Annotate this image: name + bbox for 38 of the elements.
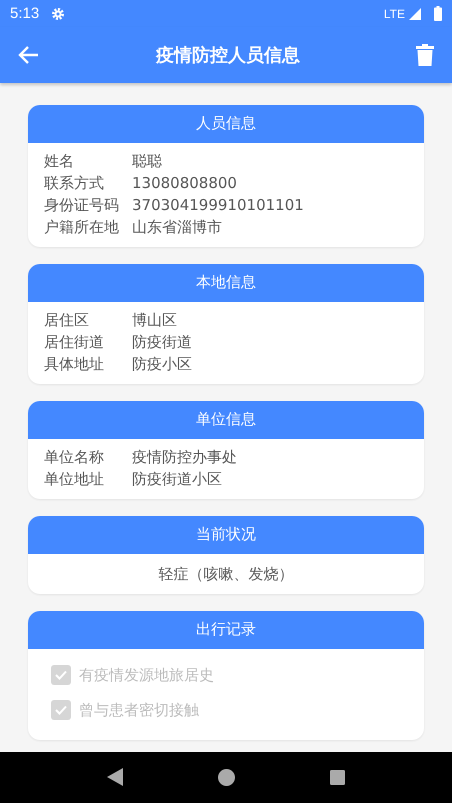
card-header: 本地信息 — [28, 264, 424, 302]
checkbox-label: 曾与患者密切接触 — [79, 700, 199, 720]
field-label: 联系方式 — [44, 172, 105, 194]
back-icon[interactable] — [107, 768, 124, 786]
field-label: 身份证号码 — [44, 194, 120, 216]
field-label: 单位名称 — [44, 446, 105, 468]
network-type: LTE — [384, 6, 405, 20]
settings-icon — [51, 6, 66, 20]
field-label: 户籍所在地 — [44, 216, 120, 238]
checkmark-icon — [54, 668, 68, 682]
field-value: 疫情防控办事处 — [132, 446, 237, 468]
field-value: 防疫街道小区 — [132, 468, 222, 490]
field-label: 居住街道 — [44, 332, 105, 353]
home-icon[interactable] — [218, 768, 235, 786]
field-label: 居住区 — [44, 310, 90, 331]
field-value: 370304199910101101 — [132, 194, 304, 216]
field-label: 姓名 — [44, 150, 75, 172]
card-header: 单位信息 — [28, 400, 424, 439]
checkbox-label: 有疫情发源地旅居史 — [79, 666, 214, 685]
signal-icon — [408, 6, 422, 20]
recents-icon[interactable] — [330, 770, 345, 785]
field-value: 防疫小区 — [132, 354, 192, 375]
field-value: 聪聪 — [132, 150, 162, 172]
clock: 5:13 — [10, 5, 40, 22]
battery-icon — [434, 6, 442, 21]
field-value: 博山区 — [132, 310, 177, 331]
card-header: 出行记录 — [28, 610, 424, 649]
field-value: 防疫街道 — [132, 332, 192, 353]
card-header: 当前状况 — [28, 516, 424, 554]
page-title: 疫情防控人员信息 — [154, 44, 301, 67]
delete-icon[interactable] — [416, 44, 434, 66]
field-label: 单位地址 — [44, 468, 105, 490]
card-header: 人员信息 — [28, 104, 424, 143]
status-text: 轻症（咳嗽、发烧） — [158, 564, 294, 585]
field-value: 山东省淄博市 — [132, 216, 222, 238]
checkmark-icon — [54, 703, 68, 718]
field-label: 具体地址 — [44, 354, 105, 375]
field-value: 13080808800 — [132, 172, 237, 194]
